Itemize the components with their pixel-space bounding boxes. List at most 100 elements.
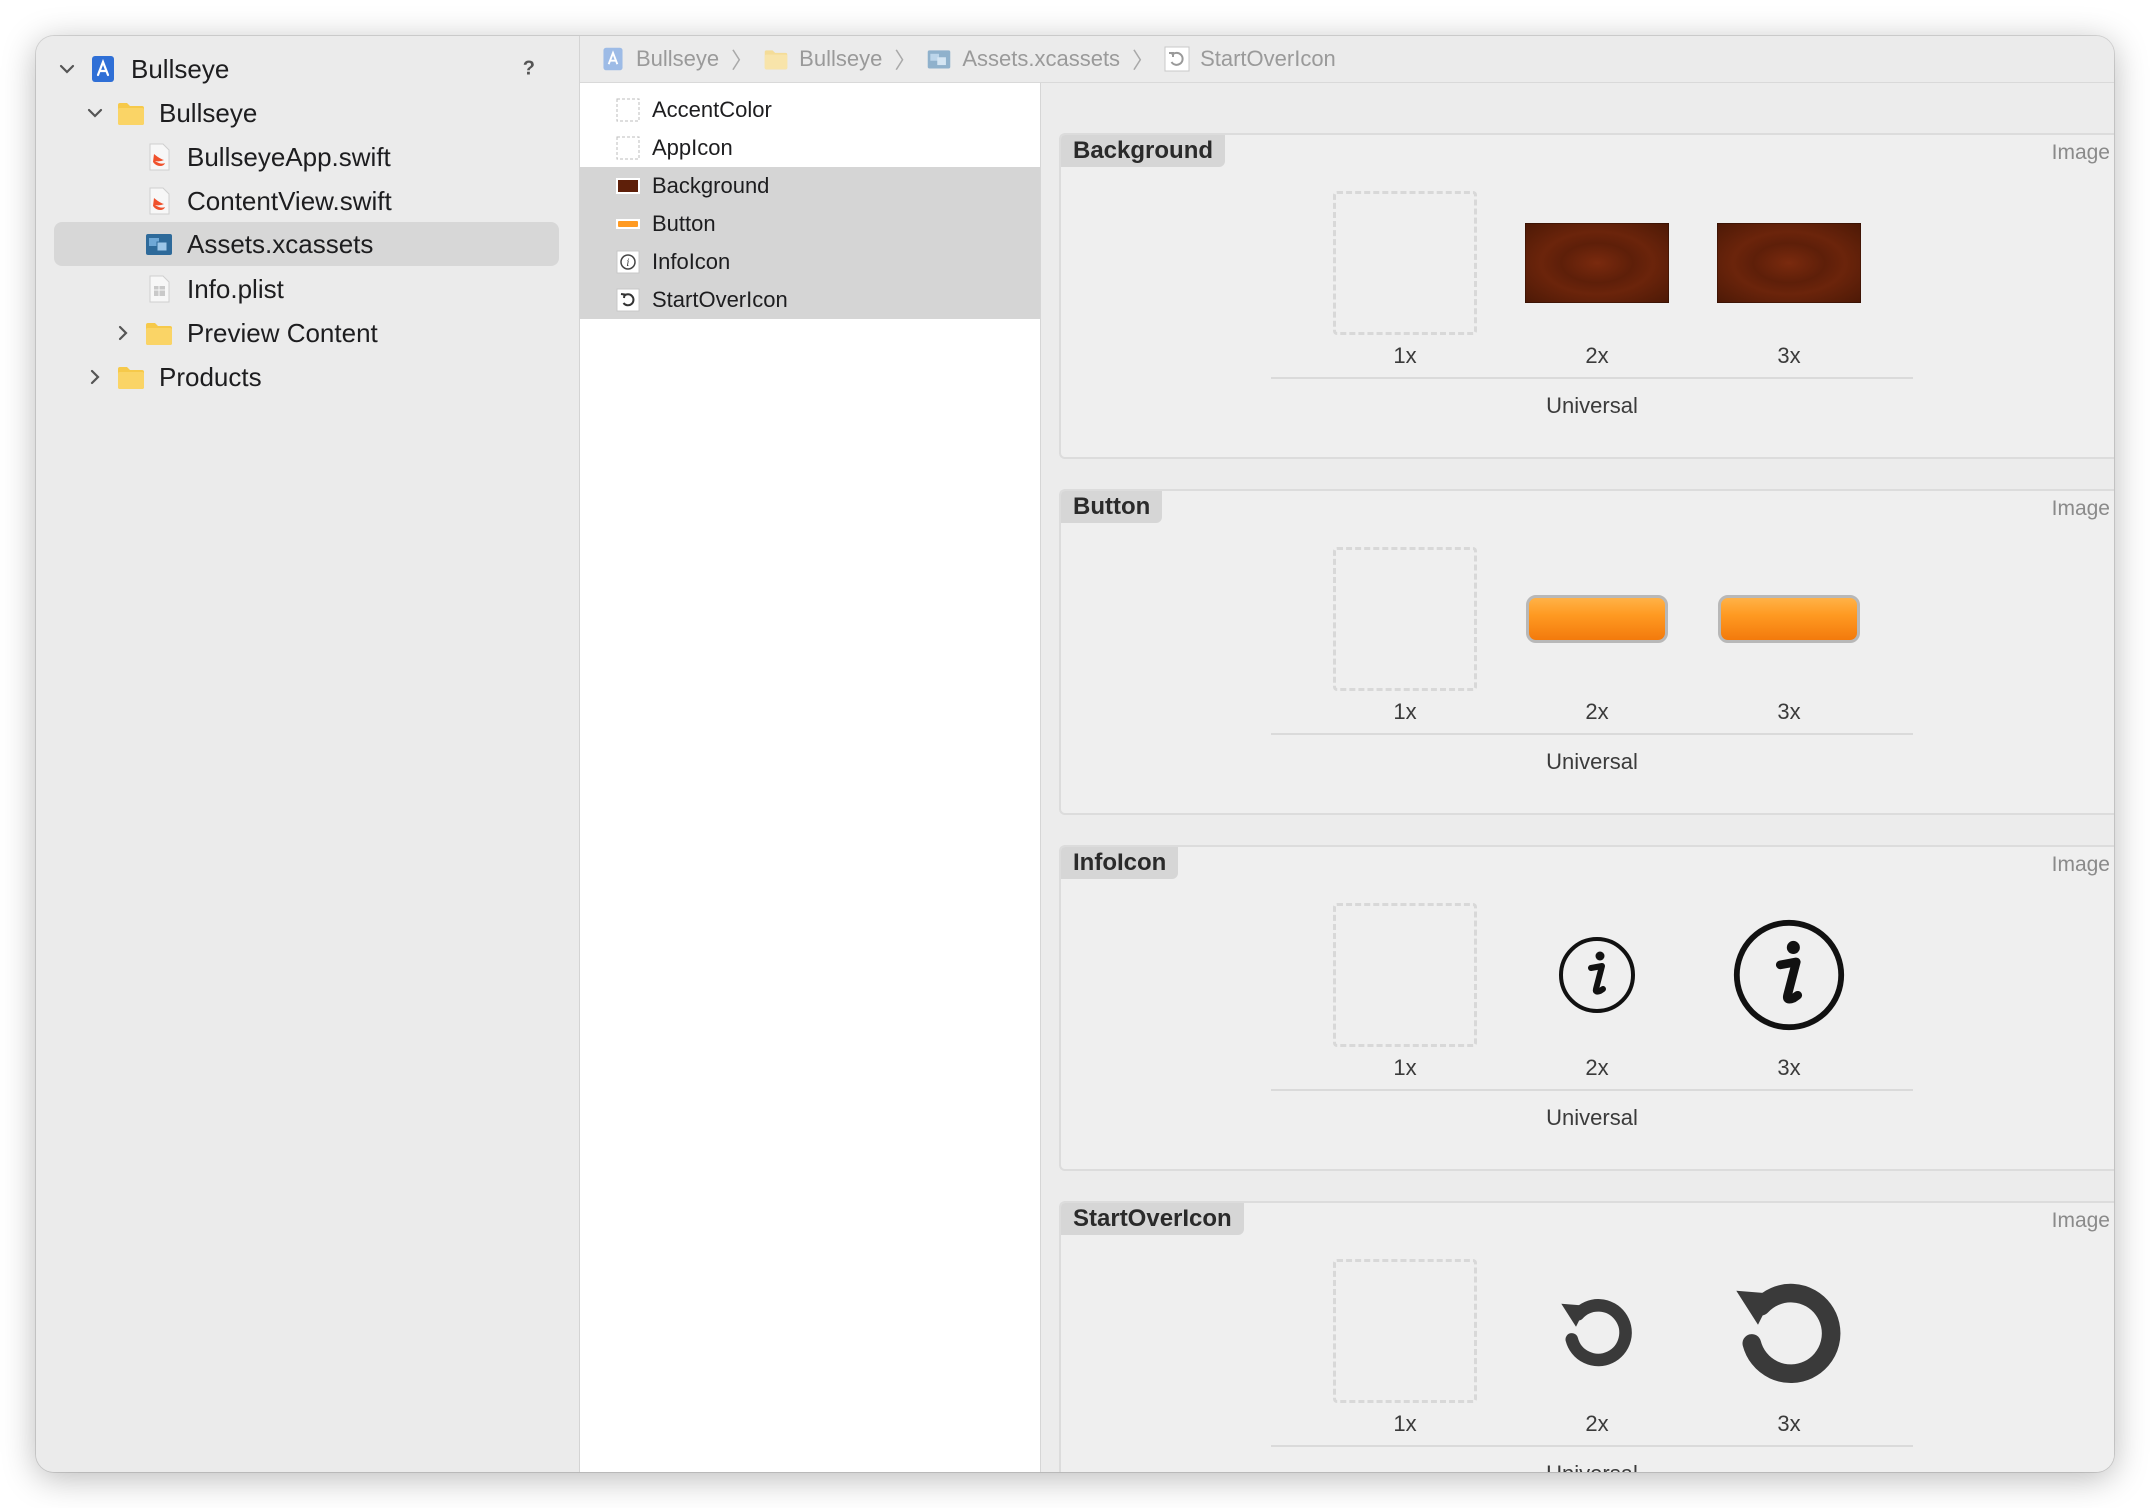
breadcrumb-separator-icon: 〉 <box>894 48 917 73</box>
image-slot-3x[interactable] <box>1717 547 1861 691</box>
start-over-icon <box>1736 1283 1841 1383</box>
asset-item-background[interactable]: Background <box>580 167 1040 205</box>
image-set-button[interactable]: Button Image 1x 2x 3x Universal <box>1059 489 2114 815</box>
slot-label-2x: 2x <box>1585 1055 1609 1080</box>
asset-editor: Background Image 1x 2x 3x Universal Butt… <box>1041 83 2114 1472</box>
nav-item-bullseyeapp-swift[interactable]: BullseyeApp.swift <box>54 136 559 178</box>
nav-item-label: BullseyeApp.swift <box>187 141 391 172</box>
button-thumbnail-icon <box>616 212 640 236</box>
image-slot-3x[interactable] <box>1717 903 1861 1047</box>
image-slot-2x[interactable] <box>1525 191 1669 335</box>
breadcrumb-group[interactable]: Bullseye <box>763 46 882 72</box>
color-set-icon <box>616 98 640 122</box>
nav-item-preview-content[interactable]: Preview Content <box>54 312 559 354</box>
background-image-3x <box>1717 223 1861 303</box>
nav-item-contentview-swift[interactable]: ContentView.swift <box>54 180 559 222</box>
chevron-right-icon[interactable] <box>82 364 108 390</box>
swift-file-icon <box>144 142 174 172</box>
folder-icon <box>116 98 146 128</box>
asset-catalog-icon <box>144 229 174 259</box>
image-set-background[interactable]: Background Image 1x 2x 3x Universal <box>1059 133 2114 459</box>
swift-file-icon <box>144 186 174 216</box>
breadcrumb-project[interactable]: Bullseye <box>600 46 719 72</box>
slot-label-1x: 1x <box>1393 699 1417 724</box>
asset-item-button[interactable]: Button <box>580 205 1040 243</box>
nav-item-project[interactable]: Bullseye ? <box>54 48 559 90</box>
breadcrumb-assets[interactable]: Assets.xcassets <box>926 46 1120 72</box>
asset-item-label: AccentColor <box>652 97 772 122</box>
info-thumbnail-icon: i <box>616 250 640 274</box>
start-over-thumbnail-icon <box>616 288 640 312</box>
asset-item-startovericon[interactable]: StartOverIcon <box>580 281 1040 319</box>
divider <box>1271 1089 1913 1091</box>
image-slot-1x[interactable] <box>1333 191 1477 335</box>
slot-label-3x: 3x <box>1777 1411 1801 1436</box>
image-set-startovericon[interactable]: StartOverIcon Image 1x 2x 3x Universal <box>1059 1201 2114 1472</box>
breadcrumb-asset[interactable]: StartOverIcon <box>1164 46 1336 72</box>
background-thumbnail-icon <box>616 174 640 198</box>
universal-label: Universal <box>1546 393 1638 418</box>
asset-list: AccentColor AppIcon Background Button i … <box>580 83 1041 1472</box>
breadcrumb-separator-icon: 〉 <box>1132 48 1155 73</box>
image-slot-2x[interactable] <box>1525 903 1669 1047</box>
image-slot-2x[interactable] <box>1525 547 1669 691</box>
image-slot-2x[interactable] <box>1525 1259 1669 1403</box>
nav-item-products[interactable]: Products <box>54 356 559 398</box>
asset-item-label: AppIcon <box>652 135 733 160</box>
nav-item-label: Assets.xcassets <box>187 228 374 259</box>
project-icon <box>88 54 118 84</box>
image-set-infoicon[interactable]: InfoIcon Image 1x 2x 3x Universal <box>1059 845 2114 1171</box>
asset-catalog-icon <box>926 46 952 72</box>
image-slot-1x[interactable] <box>1333 903 1477 1047</box>
chevron-down-icon[interactable] <box>82 100 108 126</box>
asset-item-accentcolor[interactable]: AccentColor <box>580 91 1040 129</box>
background-image-2x <box>1525 223 1669 303</box>
project-navigator: Bullseye ? Bullseye BullseyeApp.swift Co… <box>36 36 580 1472</box>
nav-item-label: Bullseye <box>159 97 258 128</box>
help-badge[interactable]: ? <box>523 58 535 81</box>
asset-item-label: Background <box>652 173 770 198</box>
image-slot-1x[interactable] <box>1333 1259 1477 1403</box>
nav-item-label: ContentView.swift <box>187 185 392 216</box>
start-over-icon <box>1164 46 1190 72</box>
slot-label-1x: 1x <box>1393 1411 1417 1436</box>
image-slot-3x[interactable] <box>1717 191 1861 335</box>
image-slot-1x[interactable] <box>1333 547 1477 691</box>
universal-label: Universal <box>1546 1105 1638 1130</box>
divider <box>1271 1445 1913 1447</box>
asset-item-label: StartOverIcon <box>652 287 788 312</box>
chevron-down-icon[interactable] <box>54 56 80 82</box>
folder-icon <box>116 362 146 392</box>
slot-label-3x: 3x <box>1777 699 1801 724</box>
divider <box>1271 733 1913 735</box>
nav-item-info-plist[interactable]: Info.plist <box>54 268 559 310</box>
image-set-title: StartOverIcon <box>1061 1203 1244 1235</box>
nav-item-label: Preview Content <box>187 317 378 348</box>
image-set-title: Background <box>1061 135 1226 167</box>
universal-label: Universal <box>1271 1461 1913 1472</box>
slot-label-3x: 3x <box>1777 343 1801 368</box>
info-icon <box>1559 937 1635 1013</box>
asset-item-label: Button <box>652 211 716 236</box>
slot-label-2x: 2x <box>1585 343 1609 368</box>
slot-label-2x: 2x <box>1585 699 1609 724</box>
asset-item-infoicon[interactable]: i InfoIcon <box>580 243 1040 281</box>
breadcrumb-label: Assets.xcassets <box>962 46 1121 71</box>
xcode-window: Bullseye ? Bullseye BullseyeApp.swift Co… <box>36 36 2114 1472</box>
nav-item-assets-xcassets[interactable]: Assets.xcassets <box>54 222 559 266</box>
breadcrumb-label: StartOverIcon <box>1200 46 1336 71</box>
folder-icon <box>144 318 174 348</box>
image-slot-3x[interactable] <box>1717 1259 1861 1403</box>
asset-item-appicon[interactable]: AppIcon <box>580 129 1040 167</box>
jump-bar: Bullseye 〉 Bullseye 〉 Assets.xcassets 〉 … <box>580 36 2114 83</box>
chevron-right-icon[interactable] <box>110 320 136 346</box>
image-set-title: InfoIcon <box>1061 847 1179 879</box>
nav-item-label: Products <box>159 361 262 392</box>
button-image-2x <box>1526 595 1668 643</box>
plist-file-icon <box>144 274 174 304</box>
divider <box>1271 377 1913 379</box>
asset-item-label: InfoIcon <box>652 249 731 274</box>
nav-item-group-bullseye[interactable]: Bullseye <box>54 92 559 134</box>
breadcrumb-label: Bullseye <box>799 46 883 71</box>
image-set-type: Image <box>2051 1209 2110 1232</box>
